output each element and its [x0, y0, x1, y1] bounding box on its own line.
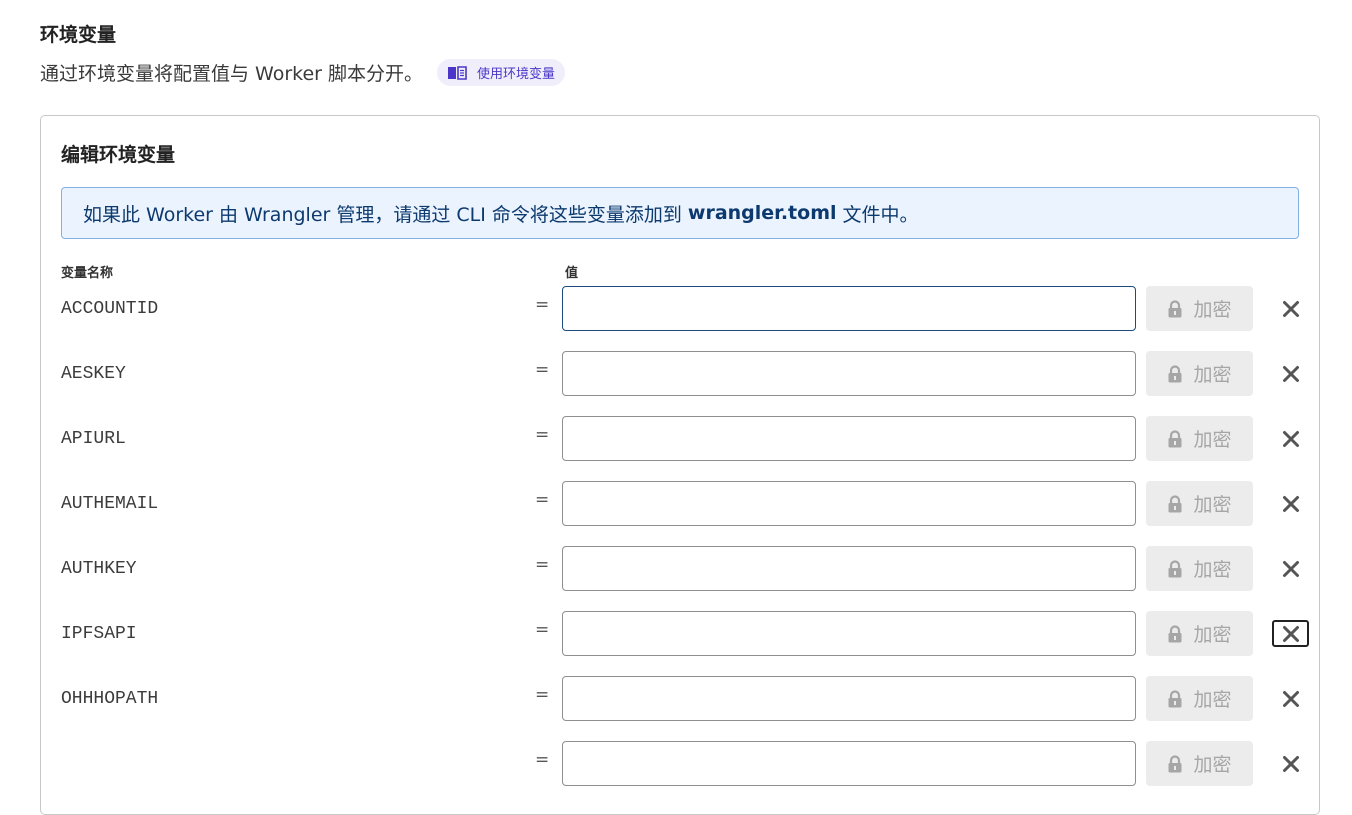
remove-variable-button[interactable]	[1272, 750, 1309, 777]
encrypt-button[interactable]: 加密	[1146, 546, 1253, 591]
section-description-row: 通过环境变量将配置值与 Worker 脚本分开。 使用环境变量	[40, 59, 566, 86]
encrypt-label: 加密	[1193, 494, 1232, 516]
lock-icon	[1167, 624, 1193, 643]
variable-name: AUTHKEY	[61, 559, 137, 579]
equals-sign: =	[535, 620, 550, 640]
encrypt-label: 加密	[1193, 754, 1232, 776]
variable-value-input[interactable]	[562, 481, 1136, 526]
docs-link-label: 使用环境变量	[477, 67, 556, 82]
book-icon	[448, 65, 467, 80]
variable-value-input[interactable]	[562, 676, 1136, 721]
encrypt-label: 加密	[1193, 364, 1232, 386]
encrypt-label: 加密	[1193, 559, 1232, 581]
close-icon	[1282, 430, 1300, 448]
banner-filename: wrangler.toml	[687, 202, 837, 224]
variable-value-input[interactable]	[562, 741, 1136, 786]
banner-text-suffix: 文件中。	[842, 203, 919, 226]
env-var-row: AUTHEMAIL = 加密	[41, 481, 1321, 527]
encrypt-label: 加密	[1193, 689, 1232, 711]
encrypt-label: 加密	[1193, 429, 1232, 451]
equals-sign: =	[535, 555, 550, 575]
encrypt-button[interactable]: 加密	[1146, 611, 1253, 656]
close-icon	[1282, 365, 1300, 383]
env-var-row: AUTHKEY = 加密	[41, 546, 1321, 592]
close-icon	[1282, 755, 1300, 773]
remove-variable-button[interactable]	[1272, 490, 1309, 517]
close-icon	[1282, 495, 1300, 513]
encrypt-button[interactable]: 加密	[1146, 286, 1253, 331]
lock-icon	[1167, 559, 1193, 578]
env-var-row: IPFSAPI = 加密	[41, 611, 1321, 657]
remove-variable-button[interactable]	[1272, 360, 1309, 387]
equals-sign: =	[535, 685, 550, 705]
encrypt-button[interactable]: 加密	[1146, 481, 1253, 526]
variable-value-input[interactable]	[562, 546, 1136, 591]
variable-name: AUTHEMAIL	[61, 494, 159, 514]
encrypt-label: 加密	[1193, 299, 1232, 321]
close-icon	[1282, 300, 1300, 318]
close-icon	[1282, 625, 1300, 643]
env-var-row: AESKEY = 加密	[41, 351, 1321, 397]
env-var-row: = 加密	[41, 741, 1321, 787]
remove-variable-button[interactable]	[1272, 295, 1309, 322]
remove-variable-button[interactable]	[1272, 555, 1309, 582]
editor-title: 编辑环境变量	[61, 144, 176, 166]
encrypt-label: 加密	[1193, 624, 1232, 646]
equals-sign: =	[535, 360, 550, 380]
section-title: 环境变量	[40, 24, 117, 46]
section-description: 通过环境变量将配置值与 Worker 脚本分开。	[40, 63, 424, 85]
remove-variable-button[interactable]	[1272, 685, 1309, 712]
variable-name-column-header: 变量名称	[61, 266, 114, 281]
encrypt-button[interactable]: 加密	[1146, 676, 1253, 721]
equals-sign: =	[535, 490, 550, 510]
equals-sign: =	[535, 425, 550, 445]
remove-variable-button[interactable]	[1272, 425, 1309, 452]
variable-name: ACCOUNTID	[61, 299, 159, 319]
equals-sign: =	[535, 295, 550, 315]
variable-value-input[interactable]	[562, 416, 1136, 461]
env-vars-editor-card: 编辑环境变量 如果此 Worker 由 Wrangler 管理，请通过 CLI …	[40, 115, 1320, 815]
value-column-header: 值	[565, 266, 579, 281]
variable-name: IPFSAPI	[61, 624, 137, 644]
env-var-row: OHHHOPATH = 加密	[41, 676, 1321, 722]
close-icon	[1282, 560, 1300, 578]
lock-icon	[1167, 494, 1193, 513]
docs-link-button[interactable]: 使用环境变量	[437, 59, 566, 86]
env-var-row: ACCOUNTID = 加密	[41, 286, 1321, 332]
encrypt-button[interactable]: 加密	[1146, 351, 1253, 396]
variable-name: AESKEY	[61, 364, 126, 384]
lock-icon	[1167, 429, 1193, 448]
variable-name: APIURL	[61, 429, 126, 449]
lock-icon	[1167, 754, 1193, 773]
banner-text-prefix: 如果此 Worker 由 Wrangler 管理，请通过 CLI 命令将这些变量…	[83, 203, 682, 226]
wrangler-info-banner: 如果此 Worker 由 Wrangler 管理，请通过 CLI 命令将这些变量…	[61, 187, 1299, 239]
encrypt-button[interactable]: 加密	[1146, 741, 1253, 786]
env-var-row: APIURL = 加密	[41, 416, 1321, 462]
remove-variable-button[interactable]	[1272, 620, 1309, 647]
variable-value-input[interactable]	[562, 286, 1136, 331]
lock-icon	[1167, 299, 1193, 318]
lock-icon	[1167, 364, 1193, 383]
encrypt-button[interactable]: 加密	[1146, 416, 1253, 461]
lock-icon	[1167, 689, 1193, 708]
close-icon	[1282, 690, 1300, 708]
variable-value-input[interactable]	[562, 351, 1136, 396]
variable-name: OHHHOPATH	[61, 689, 159, 709]
variable-value-input[interactable]	[562, 611, 1136, 656]
equals-sign: =	[535, 750, 550, 770]
